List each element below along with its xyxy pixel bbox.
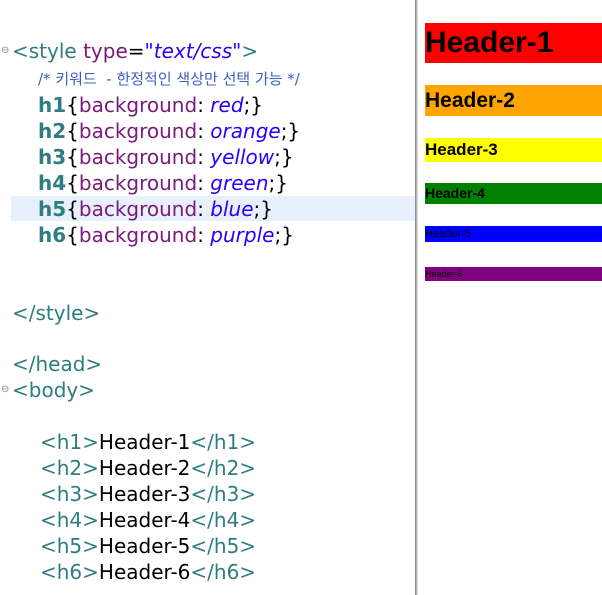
code-line-head-close[interactable]: </head>	[12, 351, 102, 377]
css-rule-h3[interactable]: h3{background: yellow;}	[38, 144, 294, 170]
preview-header-4: Header-4	[425, 183, 602, 204]
code-line-h4[interactable]: <h4>Header-4</h4>	[40, 507, 256, 533]
html-open-tag: <h6>	[40, 560, 99, 584]
preview-header-1: Header-1	[425, 23, 602, 63]
css-rule-h4[interactable]: h4{background: green;}	[38, 170, 288, 196]
css-selector: h1	[38, 93, 67, 117]
html-close-tag: </h1>	[190, 430, 257, 454]
fold-collapse-icon[interactable]: ⊖	[1, 384, 9, 395]
css-value: blue	[210, 197, 254, 221]
code-line-h6[interactable]: <h6>Header-6</h6>	[40, 559, 256, 585]
code-line-h2[interactable]: <h2>Header-2</h2>	[40, 455, 256, 481]
code-line-style-close[interactable]: </style>	[12, 300, 100, 326]
html-text: Header-2	[98, 456, 191, 480]
css-property: background	[78, 223, 198, 247]
css-rule-h2[interactable]: h2{background: orange;}	[38, 118, 300, 144]
css-property: background	[78, 93, 198, 117]
html-close-tag: </h3>	[190, 482, 257, 506]
html-close-tag: </h5>	[190, 534, 257, 558]
css-selector: h5	[38, 197, 67, 221]
code-line-style-open[interactable]: <style type="text/css">	[12, 38, 258, 64]
fold-collapse-icon[interactable]: ⊖	[1, 45, 9, 56]
style-attr-value: "text/css"	[144, 39, 242, 63]
css-rule-h5[interactable]: h5{background: blue;}	[38, 196, 273, 222]
editor-gutter	[0, 0, 10, 595]
html-close-tag: </h4>	[190, 508, 257, 532]
html-close-tag: </h6>	[190, 560, 257, 584]
css-value: orange	[210, 119, 281, 143]
html-text: Header-4	[98, 508, 191, 532]
css-value: yellow	[210, 145, 275, 169]
html-text: Header-5	[98, 534, 191, 558]
html-open-tag: <h3>	[40, 482, 99, 506]
css-property: background	[78, 171, 198, 195]
css-value: green	[210, 171, 269, 195]
html-open-tag: <h4>	[40, 508, 99, 532]
css-property: background	[78, 197, 198, 221]
css-selector: h3	[38, 145, 67, 169]
css-selector: h2	[38, 119, 67, 143]
preview-header-6: Header-6	[425, 267, 602, 281]
code-editor[interactable]: ⊖ <style type="text/css"> /* 키워드 - 한정적인 …	[0, 0, 415, 595]
html-open-tag: <h2>	[40, 456, 99, 480]
css-property: background	[78, 119, 198, 143]
css-value: purple	[210, 223, 275, 247]
code-line-body-open[interactable]: <body>	[12, 377, 95, 403]
css-comment: /* 키워드 - 한정적인 색상만 선택 가능 */	[38, 70, 300, 88]
html-open-tag: <h1>	[40, 430, 99, 454]
html-text: Header-6	[98, 560, 191, 584]
code-line-h5[interactable]: <h5>Header-5</h5>	[40, 533, 256, 559]
code-line-comment[interactable]: /* 키워드 - 한정적인 색상만 선택 가능 */	[38, 66, 300, 92]
style-tag-name: style	[28, 39, 77, 63]
html-close-tag: </h2>	[190, 456, 257, 480]
css-value: red	[210, 93, 244, 117]
css-rule-h6[interactable]: h6{background: purple;}	[38, 222, 294, 248]
preview-header-3: Header-3	[425, 138, 602, 162]
preview-header-2: Header-2	[425, 85, 602, 116]
html-open-tag: <h5>	[40, 534, 99, 558]
css-selector: h4	[38, 171, 67, 195]
style-attr-name: type	[83, 39, 128, 63]
html-text: Header-3	[98, 482, 191, 506]
preview-header-5: Header-5	[425, 226, 602, 242]
code-line-h3[interactable]: <h3>Header-3</h3>	[40, 481, 256, 507]
css-rule-h1[interactable]: h1{background: red;}	[38, 92, 263, 118]
css-property: background	[78, 145, 198, 169]
code-line-h1[interactable]: <h1>Header-1</h1>	[40, 429, 256, 455]
html-text: Header-1	[98, 430, 191, 454]
css-selector: h6	[38, 223, 67, 247]
